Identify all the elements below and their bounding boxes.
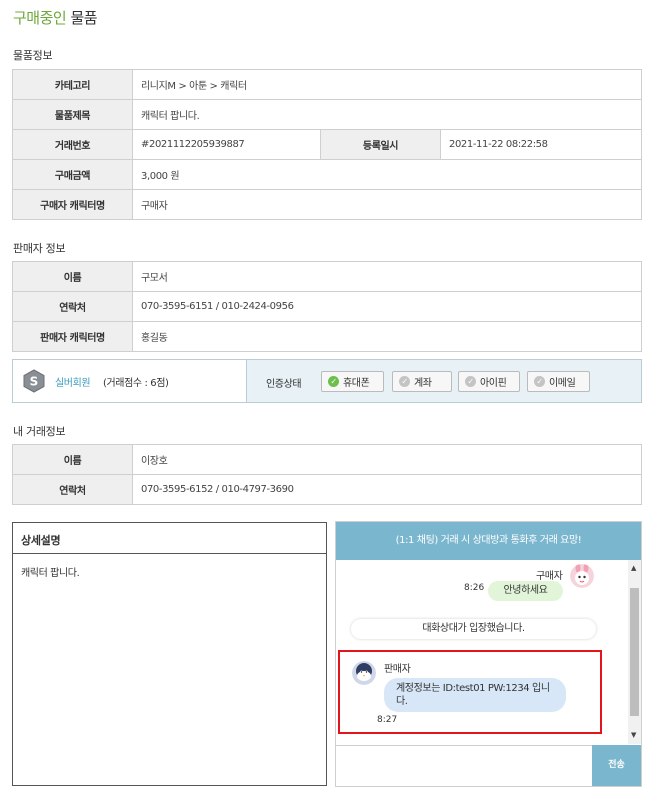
- item-title-label: 물품제목: [12, 99, 133, 130]
- trade-no-label: 거래번호: [12, 129, 133, 160]
- page-title-rest: 물품: [70, 9, 98, 27]
- member-grade: 실버회원: [55, 378, 91, 389]
- seller-info-heading: 판매자 정보: [13, 242, 66, 255]
- buyer-avatar-icon: [570, 564, 594, 588]
- page-title-highlight: 구매중인: [13, 9, 67, 27]
- my-name-label: 이름: [12, 444, 133, 475]
- description-body: 캐릭터 팝니다.: [21, 568, 80, 579]
- seller-contact-label: 연락처: [12, 291, 133, 322]
- cert-email-label: 이메일: [549, 378, 576, 389]
- seller-grade-box: S 실버회원 (거래점수 : 6점) 인증상태 ✓ 휴대폰 ✓ 계좌 ✓ 아이핀…: [12, 359, 642, 403]
- my-info-heading: 내 거래정보: [13, 425, 66, 438]
- reg-date-value: 2021-11-22 08:22:58: [440, 129, 642, 160]
- reg-date-label: 등록일시: [320, 129, 441, 160]
- trade-score: (거래점수 : 6점): [103, 378, 169, 389]
- check-icon: ✓: [328, 376, 339, 387]
- buyer-char-label: 구매자 캐릭터명: [12, 189, 133, 220]
- seller-info-table: 이름 구모서 연락처 070-3595-6151 / 010-2424-0956…: [12, 261, 642, 352]
- cert-phone-label: 휴대폰: [343, 378, 370, 389]
- my-info-table: 이름 이장호 연락처 070-3595-6152 / 010-4797-3690: [12, 444, 642, 505]
- cert-email-chip: ✓ 이메일: [527, 371, 590, 392]
- cert-status-label: 인증상태: [266, 379, 302, 390]
- price-value: 3,000 원: [132, 159, 642, 190]
- cert-account-chip: ✓ 계좌: [392, 371, 452, 392]
- chat-input[interactable]: [336, 745, 592, 786]
- silver-badge-icon: S: [23, 369, 45, 393]
- item-info-heading: 물품정보: [13, 49, 53, 62]
- cert-ipin-chip: ✓ 아이핀: [458, 371, 520, 392]
- cert-ipin-label: 아이핀: [480, 378, 507, 389]
- seller-contact-value: 070-3595-6151 / 010-2424-0956: [132, 291, 642, 322]
- chat-scrollbar[interactable]: ▲ ▼: [628, 560, 641, 744]
- seller-name-value: 구모서: [132, 261, 642, 292]
- my-contact-label: 연락처: [12, 474, 133, 505]
- category-label: 카테고리: [12, 69, 133, 100]
- send-button[interactable]: 전송: [592, 745, 641, 786]
- check-icon: ✓: [399, 376, 410, 387]
- scroll-up-arrow-icon[interactable]: ▲: [631, 565, 636, 572]
- check-icon: ✓: [465, 376, 476, 387]
- scroll-thumb[interactable]: [630, 588, 639, 716]
- seller-grade-panel: S 실버회원 (거래점수 : 6점): [13, 360, 247, 402]
- price-label: 구매금액: [12, 159, 133, 190]
- badge-letter: S: [30, 375, 39, 389]
- system-message: 대화상대가 입장했습니다.: [351, 619, 596, 639]
- item-title-value: 캐릭터 팝니다.: [132, 99, 642, 130]
- cert-status-panel: 인증상태 ✓ 휴대폰 ✓ 계좌 ✓ 아이핀 ✓ 이메일: [247, 360, 641, 402]
- buyer-message-time: 8:26: [464, 583, 485, 593]
- my-contact-value: 070-3595-6152 / 010-4797-3690: [132, 474, 642, 505]
- buyer-sender-name: 구매자: [536, 571, 563, 582]
- cert-account-label: 계좌: [414, 378, 432, 389]
- cert-phone-chip: ✓ 휴대폰: [321, 371, 384, 392]
- scroll-down-arrow-icon[interactable]: ▼: [631, 732, 636, 739]
- check-icon: ✓: [534, 376, 545, 387]
- page-title: 구매중인 물품: [13, 7, 98, 28]
- seller-name-label: 이름: [12, 261, 133, 292]
- description-panel: 상세설명 캐릭터 팝니다.: [12, 522, 327, 786]
- category-value: 리니지M > 아툰 > 캐릭터: [132, 69, 642, 100]
- buyer-char-value: 구매자: [132, 189, 642, 220]
- seller-char-value: 홍길동: [132, 321, 642, 352]
- trade-no-value: #2021112205939887: [132, 129, 321, 160]
- seller-char-label: 판매자 캐릭터명: [12, 321, 133, 352]
- item-info-table: 카테고리 리니지M > 아툰 > 캐릭터 물품제목 캐릭터 팝니다. 거래번호 …: [12, 69, 642, 220]
- description-title: 상세설명: [13, 523, 326, 554]
- highlight-box: [338, 650, 602, 734]
- my-name-value: 이장호: [132, 444, 642, 475]
- chat-header: (1:1 채팅) 거래 시 상대방과 통화후 거래 요망!: [336, 522, 641, 560]
- buyer-message-bubble: 안녕하세요: [488, 581, 563, 601]
